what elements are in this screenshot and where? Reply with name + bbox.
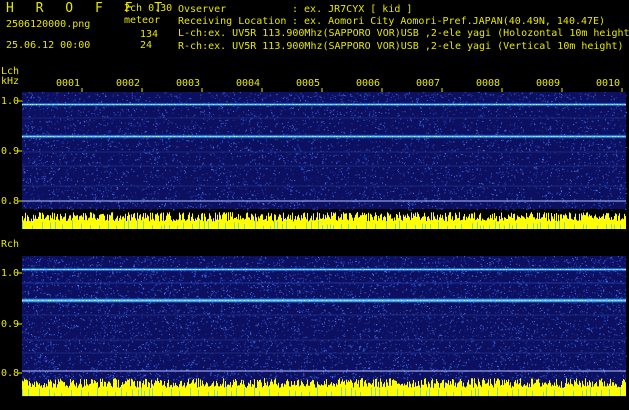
lch-level-bars [22,212,626,229]
spectrogram [17,88,628,397]
rch-carrier-upper-dots [22,269,626,270]
lch-spectrogram-bg [22,92,626,209]
